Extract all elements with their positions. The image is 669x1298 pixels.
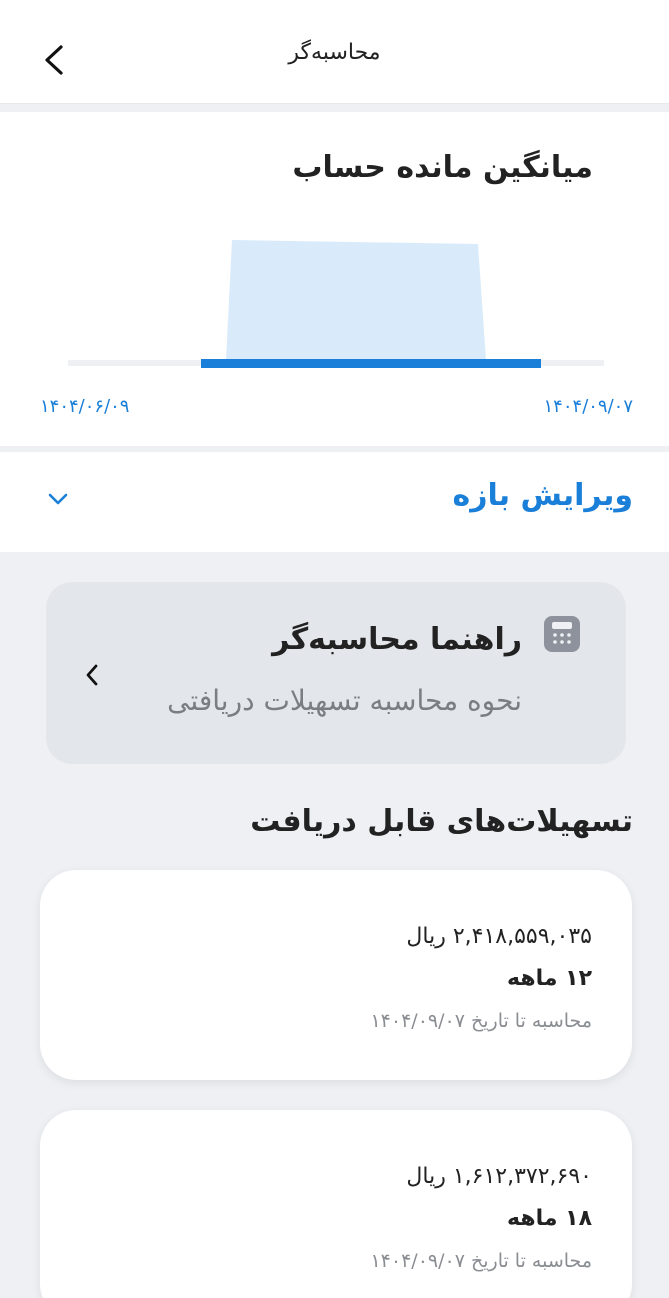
loan-term: ۱۸ ماهه: [507, 1206, 592, 1231]
chart-start-date: ۱۴۰۴/۰۶/۰۹: [40, 396, 130, 417]
status-bar: [0, 0, 669, 8]
chevron-down-icon: [48, 493, 68, 505]
calculator-guide-card[interactable]: راهنما محاسبه‌گر نحوه محاسبه تسهیلات دری…: [46, 582, 626, 764]
edit-range-label: ویرایش بازه: [452, 478, 633, 513]
loan-option-card[interactable]: ۱,۶۱۲,۳۷۲,۶۹۰ ریال ۱۸ ماهه محاسبه تا تار…: [40, 1110, 632, 1298]
chevron-left-icon: [86, 664, 98, 686]
chart-end-date: ۱۴۰۴/۰۹/۰۷: [543, 396, 633, 417]
balance-chart-card: میانگین مانده حساب ۱۴۰۴/۰۶/۰۹ ۱۴۰۴/۰۹/۰۷: [0, 112, 669, 446]
calculator-icon: [544, 616, 580, 652]
loan-option-card[interactable]: ۲,۴۱۸,۵۵۹,۰۳۵ ریال ۱۲ ماهه محاسبه تا تار…: [40, 870, 632, 1080]
loan-amount: ۱,۶۱۲,۳۷۲,۶۹۰ ریال: [406, 1164, 592, 1189]
eligible-loans-heading: تسهیلات‌های قابل دریافت: [250, 804, 633, 839]
chart-selected-range: [201, 359, 541, 368]
guide-title: راهنما محاسبه‌گر: [272, 622, 522, 657]
loan-calc-date: محاسبه تا تاریخ ۱۴۰۴/۰۹/۰۷: [370, 1010, 592, 1032]
app-header: محاسبه‌گر: [0, 8, 669, 104]
guide-subtitle: نحوه محاسبه تسهیلات دریافتی: [167, 684, 522, 717]
loan-calc-date: محاسبه تا تاریخ ۱۴۰۴/۰۹/۰۷: [370, 1250, 592, 1272]
chart-area: [226, 240, 486, 360]
page-title: محاسبه‌گر: [288, 40, 381, 65]
loan-amount: ۲,۴۱۸,۵۵۹,۰۳۵ ریال: [406, 924, 592, 949]
loan-term: ۱۲ ماهه: [507, 966, 592, 991]
edit-range-button[interactable]: ویرایش بازه: [0, 452, 669, 552]
